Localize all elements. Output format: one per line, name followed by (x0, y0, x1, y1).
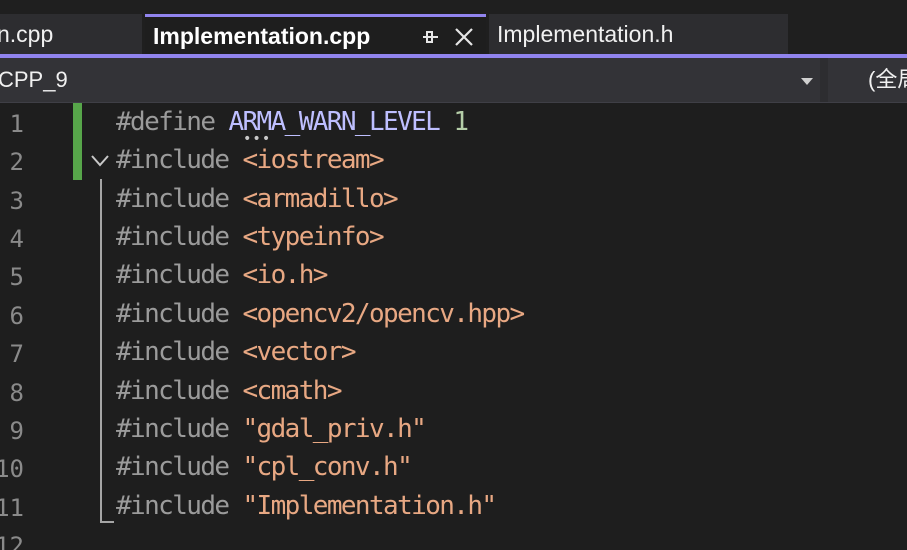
preprocessor-keyword: #include (116, 222, 230, 252)
include-target: <armadillo> (242, 184, 399, 214)
close-icon[interactable] (453, 26, 475, 48)
line-number: 9 (9, 417, 24, 445)
code-line-include: #include "gdal_priv.h" (116, 410, 427, 448)
line-number: 10 (0, 455, 24, 483)
include-target: "cpl_conv.h" (242, 452, 413, 482)
line-number: 8 (9, 379, 24, 407)
preprocessor-keyword: #define (116, 107, 216, 137)
preprocessor-keyword: #include (116, 491, 230, 521)
line-number: 12 (0, 532, 24, 550)
line-number: 4 (9, 225, 24, 253)
line-number: 7 (9, 340, 24, 368)
line-number: 11 (0, 494, 24, 522)
include-target: <io.h> (242, 260, 329, 290)
line-number: 6 (9, 302, 24, 330)
preprocessor-keyword: #include (116, 414, 230, 444)
line-number: 1 (9, 110, 24, 138)
saved-changes-indicator (73, 103, 82, 180)
tab-label: Implementation.h (497, 21, 674, 47)
include-target: <cmath> (242, 376, 343, 406)
preprocessor-keyword: #include (116, 337, 230, 367)
preprocessor-keyword: #include (116, 184, 230, 214)
code-editor[interactable]: 1 2 3 4 5 6 7 8 9 10 11 12 #define ARMA_… (0, 103, 907, 550)
preprocessor-keyword: #include (116, 299, 230, 329)
outline-fold-end (100, 521, 114, 523)
include-target: <vector> (242, 337, 357, 367)
include-target: <typeinfo> (242, 222, 385, 252)
code-line-define: #define ARMA_WARN_LEVEL 1 (116, 103, 469, 141)
chevron-down-icon[interactable] (89, 153, 111, 169)
code-line-include: #include <armadillo> (116, 180, 399, 218)
code-line-include: #include "Implementation.h" (116, 487, 498, 525)
macro-value: 1 (453, 107, 469, 137)
preprocessor-keyword: #include (116, 145, 230, 175)
code-line-include: #include <typeinfo> (116, 218, 385, 256)
include-target: <opencv2/opencv.hpp> (242, 299, 526, 329)
line-number: 2 (9, 148, 24, 176)
visual-studio-editor-window: n.cpp Implementation.cpp Implementation.… (0, 0, 907, 550)
tab-implementation-cpp[interactable]: Implementation.cpp (145, 14, 486, 55)
line-number: 3 (9, 187, 24, 215)
chevron-down-icon[interactable] (800, 76, 814, 86)
line-number-gutter: 1 2 3 4 5 6 7 8 9 10 11 12 (0, 103, 70, 550)
scope-label: (全局 (868, 67, 907, 92)
code-line-include: #include <cmath> (116, 372, 343, 410)
project-label: CPP_9 (0, 67, 68, 92)
line-number: 5 (9, 263, 24, 291)
include-target: <iostream> (242, 145, 385, 175)
code-line-include: #include "cpl_conv.h" (116, 448, 413, 486)
preprocessor-keyword: #include (116, 260, 230, 290)
tab-implementation-h[interactable]: Implementation.h (489, 14, 788, 55)
document-tab-strip: n.cpp Implementation.cpp Implementation.… (0, 0, 907, 58)
project-dropdown[interactable]: CPP_9 (0, 58, 820, 102)
navigation-bar: CPP_9 (全局 (0, 58, 907, 103)
include-target: "gdal_priv.h" (242, 414, 427, 444)
tab-label: Implementation.cpp (153, 23, 371, 49)
code-line-include: #include <io.h> (116, 256, 329, 294)
outline-fold-guide (100, 179, 102, 522)
code-line-include: #include <vector> (116, 333, 357, 371)
preprocessor-keyword: #include (116, 376, 230, 406)
tab-prev-cpp[interactable]: n.cpp (0, 14, 142, 55)
scope-dropdown[interactable]: (全局 (828, 58, 907, 102)
code-line-include: #include <iostream> (116, 141, 385, 179)
preprocessor-keyword: #include (116, 452, 230, 482)
tab-label: n.cpp (0, 21, 54, 47)
pin-icon[interactable] (419, 26, 441, 48)
include-target: "Implementation.h" (242, 491, 498, 521)
code-line-include: #include <opencv2/opencv.hpp> (116, 295, 526, 333)
